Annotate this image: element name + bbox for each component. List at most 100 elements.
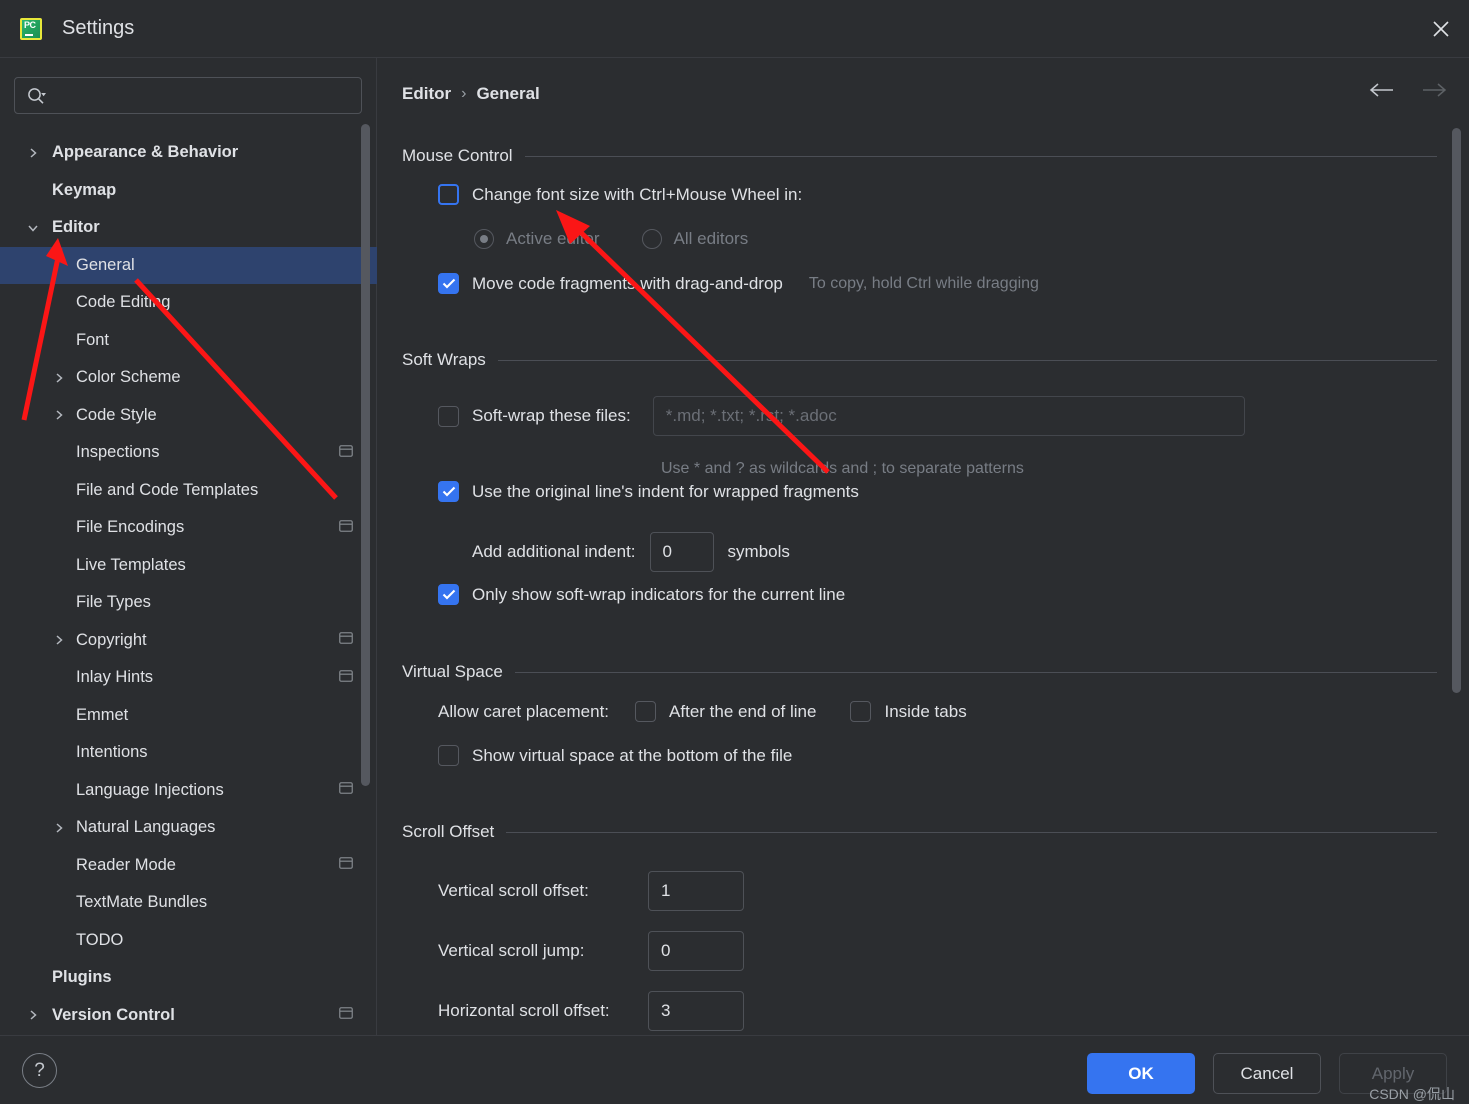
- show-virtual-space-row[interactable]: Show virtual space at the bottom of the …: [438, 745, 792, 766]
- breadcrumb-separator: ›: [461, 85, 467, 102]
- soft-wrap-files-checkbox[interactable]: [438, 405, 459, 427]
- sidebar-item-label: Copyright: [76, 630, 147, 649]
- sidebar-item-inspections[interactable]: Inspections: [0, 434, 377, 472]
- original-indent-label: Use the original line's indent for wrapp…: [472, 481, 859, 501]
- horizontal-scroll-offset-row[interactable]: Horizontal scroll offset:: [438, 991, 744, 1031]
- change-font-size-checkbox[interactable]: [438, 184, 459, 205]
- vertical-scroll-offset-input[interactable]: [648, 871, 744, 911]
- original-indent-checkbox[interactable]: [438, 481, 459, 502]
- inside-tabs-checkbox[interactable]: [850, 701, 872, 722]
- sidebar-item-file-types[interactable]: File Types: [0, 584, 377, 622]
- sidebar-item-plugins[interactable]: Plugins: [0, 959, 377, 997]
- sidebar-item-label: File Encodings: [76, 518, 185, 537]
- forward-arrow-icon[interactable]: [1421, 82, 1447, 98]
- sidebar-item-label: Reader Mode: [76, 855, 176, 874]
- horizontal-scroll-offset-label: Horizontal scroll offset:: [438, 1001, 610, 1020]
- sidebar-item-code-editing[interactable]: Code Editing: [0, 284, 377, 322]
- sidebar-item-label: Version Control: [52, 1005, 175, 1024]
- section-title-text: Scroll Offset: [402, 822, 495, 841]
- sidebar-item-natural-languages[interactable]: Natural Languages: [0, 809, 377, 847]
- font-size-scope-group[interactable]: Active editor All editors: [474, 229, 748, 249]
- sidebar-item-file-encodings[interactable]: File Encodings: [0, 509, 377, 547]
- chevron-right-icon[interactable]: [48, 634, 70, 646]
- drag-and-drop-hint: To copy, hold Ctrl while dragging: [808, 274, 1039, 292]
- drag-and-drop-label: Move code fragments with drag-and-drop: [472, 273, 783, 293]
- dialog-footer: ? OK Cancel Apply CSDN @侃山: [0, 1035, 1469, 1104]
- sidebar-item-font[interactable]: Font: [0, 322, 377, 360]
- sidebar-item-todo[interactable]: TODO: [0, 922, 377, 960]
- sidebar-item-copyright[interactable]: Copyright: [0, 622, 377, 660]
- sidebar-item-live-templates[interactable]: Live Templates: [0, 547, 377, 585]
- chevron-right-icon[interactable]: [22, 147, 44, 159]
- section-title-text: Soft Wraps: [402, 350, 486, 369]
- sidebar-item-emmet[interactable]: Emmet: [0, 697, 377, 735]
- chevron-right-icon[interactable]: [48, 822, 70, 834]
- sidebar-item-label: TextMate Bundles: [76, 893, 208, 912]
- sidebar-item-label: Color Scheme: [76, 368, 181, 387]
- sidebar-scrollbar-thumb[interactable]: [361, 124, 370, 786]
- sidebar-item-textmate-bundles[interactable]: TextMate Bundles: [0, 884, 377, 922]
- vertical-scroll-jump-row[interactable]: Vertical scroll jump:: [438, 931, 744, 971]
- title-bar: PC Settings: [0, 0, 1469, 58]
- change-font-size-row[interactable]: Change font size with Ctrl+Mouse Wheel i…: [438, 184, 802, 205]
- sidebar-item-language-injections[interactable]: Language Injections: [0, 772, 377, 810]
- navigation-arrows: [1369, 82, 1447, 98]
- only-current-line-row[interactable]: Only show soft-wrap indicators for the c…: [438, 584, 845, 605]
- breadcrumb-parent[interactable]: Editor: [402, 84, 451, 104]
- show-virtual-space-checkbox[interactable]: [438, 745, 459, 766]
- chevron-right-icon[interactable]: [22, 1009, 44, 1021]
- chevron-right-icon[interactable]: [48, 409, 70, 421]
- add-indent-input[interactable]: [649, 532, 714, 572]
- settings-content: Editor › General Mouse Control Change fo…: [378, 58, 1469, 1035]
- original-indent-row[interactable]: Use the original line's indent for wrapp…: [438, 481, 859, 502]
- sidebar-item-appearance-behavior[interactable]: Appearance & Behavior: [0, 134, 377, 172]
- only-current-line-checkbox[interactable]: [438, 584, 459, 605]
- vertical-scroll-offset-row[interactable]: Vertical scroll offset:: [438, 871, 744, 911]
- content-scrollbar[interactable]: [1452, 128, 1461, 1035]
- sidebar-item-inlay-hints[interactable]: Inlay Hints: [0, 659, 377, 697]
- section-title-text: Virtual Space: [402, 662, 503, 681]
- sidebar-item-version-control[interactable]: Version Control: [0, 997, 377, 1033]
- search-field[interactable]: [14, 77, 362, 114]
- caret-placement-row[interactable]: Allow caret placement: After the end of …: [438, 701, 967, 722]
- drag-and-drop-checkbox[interactable]: [438, 273, 459, 294]
- sidebar-item-reader-mode[interactable]: Reader Mode: [0, 847, 377, 885]
- active-editor-radio[interactable]: [474, 229, 494, 249]
- sidebar-item-code-style[interactable]: Code Style: [0, 397, 377, 435]
- show-virtual-space-label: Show virtual space at the bottom of the …: [472, 745, 793, 765]
- sidebar-item-color-scheme[interactable]: Color Scheme: [0, 359, 377, 397]
- after-end-of-line-checkbox[interactable]: [635, 701, 657, 722]
- chevron-down-icon[interactable]: [22, 222, 44, 234]
- soft-wrap-files-row[interactable]: Soft-wrap these files:: [438, 396, 1245, 436]
- ok-button[interactable]: OK: [1087, 1053, 1195, 1094]
- sidebar-item-intentions[interactable]: Intentions: [0, 734, 377, 772]
- project-scope-icon: [339, 519, 353, 537]
- watermark: CSDN @侃山: [1369, 1086, 1455, 1102]
- chevron-right-icon[interactable]: [48, 372, 70, 384]
- pycharm-icon: PC: [20, 17, 42, 40]
- search-input[interactable]: [55, 87, 335, 104]
- vertical-scroll-jump-input[interactable]: [648, 931, 744, 971]
- content-scrollbar-thumb[interactable]: [1452, 128, 1461, 693]
- cancel-button[interactable]: Cancel: [1213, 1053, 1321, 1094]
- section-soft-wraps: Soft Wraps: [402, 350, 1437, 370]
- back-arrow-icon[interactable]: [1369, 82, 1395, 98]
- horizontal-scroll-offset-input[interactable]: [648, 991, 744, 1031]
- soft-wrap-files-input[interactable]: [652, 396, 1245, 436]
- vertical-scroll-jump-label: Vertical scroll jump:: [438, 941, 585, 960]
- drag-and-drop-row[interactable]: Move code fragments with drag-and-drop T…: [438, 273, 1039, 294]
- all-editors-radio[interactable]: [641, 229, 662, 249]
- sidebar-scrollbar[interactable]: [361, 60, 370, 956]
- sidebar-item-label: Code Style: [76, 405, 157, 424]
- sidebar-item-general[interactable]: General: [0, 246, 377, 284]
- settings-tree[interactable]: Appearance & Behavior Keymap Editor General…: [0, 134, 377, 1032]
- vertical-scroll-offset-label: Vertical scroll offset:: [438, 881, 589, 900]
- sidebar-item-editor[interactable]: Editor: [0, 209, 377, 247]
- help-button[interactable]: ?: [22, 1053, 57, 1088]
- sidebar-item-file-and-code-templates[interactable]: File and Code Templates: [0, 472, 377, 510]
- add-indent-row[interactable]: Add additional indent: symbols: [472, 532, 790, 572]
- close-icon[interactable]: [1413, 0, 1469, 57]
- sidebar-item-keymap[interactable]: Keymap: [0, 172, 377, 210]
- project-scope-icon: [339, 631, 353, 649]
- inside-tabs-label: Inside tabs: [884, 701, 967, 721]
